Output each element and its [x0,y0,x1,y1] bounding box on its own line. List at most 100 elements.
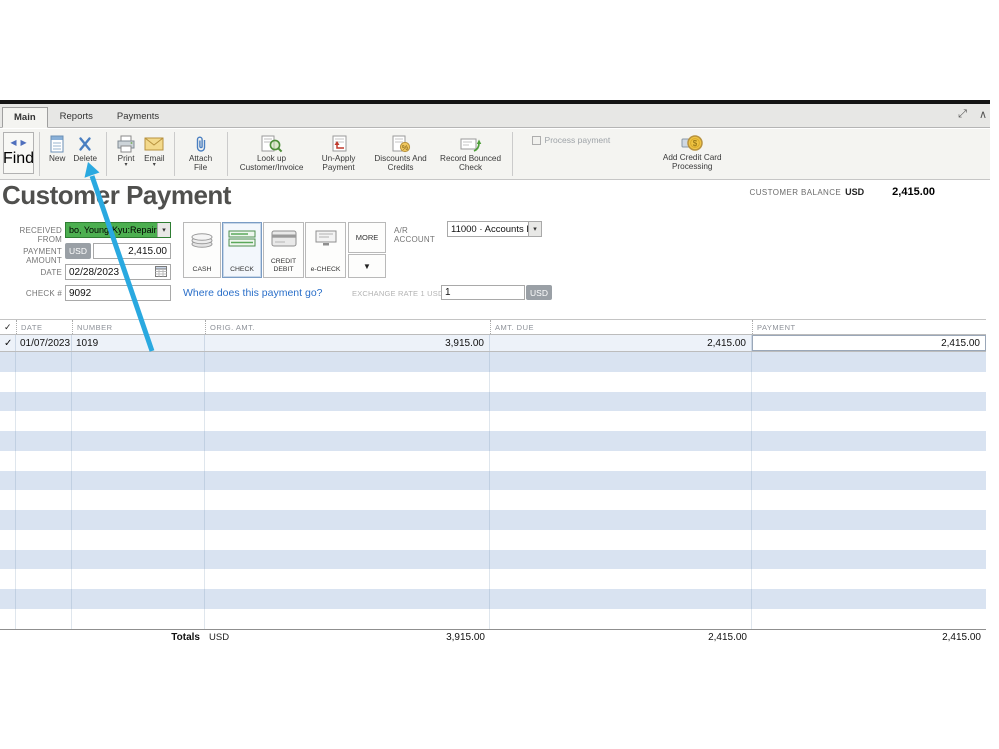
empty-cell[interactable] [16,589,72,609]
empty-cell[interactable] [72,352,205,372]
empty-cell[interactable] [0,510,16,530]
email-button[interactable]: Email ▾ [140,132,168,169]
print-button[interactable]: Print ▾ [112,132,140,169]
payment-method-check-button[interactable]: CHECK [222,222,262,278]
empty-table-row[interactable] [0,392,986,412]
empty-cell[interactable] [205,510,490,530]
empty-cell[interactable] [16,609,72,629]
empty-table-row[interactable] [0,451,986,471]
empty-cell[interactable] [0,609,16,629]
empty-table-row[interactable] [0,490,986,510]
empty-cell[interactable] [16,352,72,372]
check-number-field[interactable]: 9092 [65,285,171,301]
empty-cell[interactable] [752,411,986,431]
row-payment-field[interactable]: 2,415.00 [752,335,986,351]
empty-cell[interactable] [72,471,205,491]
empty-cell[interactable] [490,510,752,530]
table-row[interactable]: ✓ 01/07/2023 1019 3,915.00 2,415.00 2,41… [0,334,986,352]
empty-cell[interactable] [16,550,72,570]
empty-cell[interactable] [205,589,490,609]
empty-cell[interactable] [752,530,986,550]
empty-cell[interactable] [490,609,752,629]
collapse-ribbon-icon[interactable]: ∧ [979,108,987,121]
payment-method-more-button[interactable]: MORE [348,222,386,253]
empty-table-row[interactable] [0,411,986,431]
empty-cell[interactable] [490,490,752,510]
empty-cell[interactable] [205,530,490,550]
empty-cell[interactable] [752,510,986,530]
find-button[interactable]: ◀ ▶ Find [3,132,34,174]
column-header-date[interactable]: DATE [16,320,72,334]
tab-reports[interactable]: Reports [48,106,105,127]
empty-cell[interactable] [16,431,72,451]
empty-cell[interactable] [490,431,752,451]
empty-cell[interactable] [205,550,490,570]
empty-cell[interactable] [752,550,986,570]
empty-cell[interactable] [0,451,16,471]
empty-cell[interactable] [16,451,72,471]
empty-table-row[interactable] [0,530,986,550]
empty-cell[interactable] [0,569,16,589]
empty-cell[interactable] [490,352,752,372]
column-header-check[interactable]: ✓ [0,320,16,334]
process-payment-checkbox[interactable] [532,136,541,145]
empty-cell[interactable] [16,490,72,510]
empty-cell[interactable] [72,451,205,471]
empty-cell[interactable] [72,490,205,510]
empty-cell[interactable] [490,372,752,392]
empty-cell[interactable] [16,372,72,392]
payment-method-cash-button[interactable]: CASH [183,222,221,278]
column-header-amt-due[interactable]: AMT. DUE [490,320,752,334]
where-does-payment-go-link[interactable]: Where does this payment go? [183,287,323,299]
received-from-select[interactable]: bo, Young-Kyu:Repairs ▾ [65,222,171,238]
payment-method-credit-debit-button[interactable]: CREDIT DEBIT [263,222,304,278]
attach-file-button[interactable]: Attach File [180,132,222,174]
empty-table-row[interactable] [0,609,986,629]
calendar-icon[interactable] [155,265,167,280]
record-bounced-check-button[interactable]: Record Bounced Check [435,132,507,174]
empty-cell[interactable] [205,490,490,510]
un-apply-payment-button[interactable]: Un-Apply Payment [311,132,367,174]
empty-cell[interactable] [490,471,752,491]
empty-table-row[interactable] [0,589,986,609]
empty-cell[interactable] [490,589,752,609]
column-header-number[interactable]: NUMBER [72,320,205,334]
empty-cell[interactable] [752,431,986,451]
add-credit-card-processing-button[interactable]: $ Add Credit Card Processing [652,132,732,172]
empty-cell[interactable] [752,609,986,629]
empty-cell[interactable] [205,609,490,629]
row-amt-due[interactable]: 2,415.00 [490,335,752,351]
empty-cell[interactable] [752,569,986,589]
exchange-rate-field[interactable]: 1 [441,285,525,300]
empty-cell[interactable] [16,471,72,491]
row-checkmark[interactable]: ✓ [0,335,16,351]
empty-cell[interactable] [205,372,490,392]
empty-cell[interactable] [205,352,490,372]
empty-cell[interactable] [205,431,490,451]
empty-cell[interactable] [490,550,752,570]
empty-cell[interactable] [16,530,72,550]
empty-cell[interactable] [0,471,16,491]
empty-cell[interactable] [490,530,752,550]
empty-cell[interactable] [752,392,986,412]
look-up-customer-invoice-button[interactable]: Look up Customer/Invoice [233,132,311,174]
empty-cell[interactable] [490,411,752,431]
empty-cell[interactable] [16,569,72,589]
empty-cell[interactable] [0,372,16,392]
payment-amount-field[interactable]: 2,415.00 [93,243,171,259]
empty-cell[interactable] [752,451,986,471]
payment-method-more-arrow-button[interactable]: ▼ [348,254,386,278]
empty-cell[interactable] [490,569,752,589]
empty-cell[interactable] [72,372,205,392]
tab-payments[interactable]: Payments [105,106,171,127]
delete-button[interactable]: Delete [69,132,101,164]
empty-cell[interactable] [205,471,490,491]
empty-cell[interactable] [0,411,16,431]
empty-cell[interactable] [72,392,205,412]
empty-table-row[interactable] [0,569,986,589]
empty-table-row[interactable] [0,352,986,372]
column-header-orig-amt[interactable]: ORIG. AMT. [205,320,490,334]
empty-table-row[interactable] [0,510,986,530]
empty-cell[interactable] [205,392,490,412]
empty-cell[interactable] [0,352,16,372]
